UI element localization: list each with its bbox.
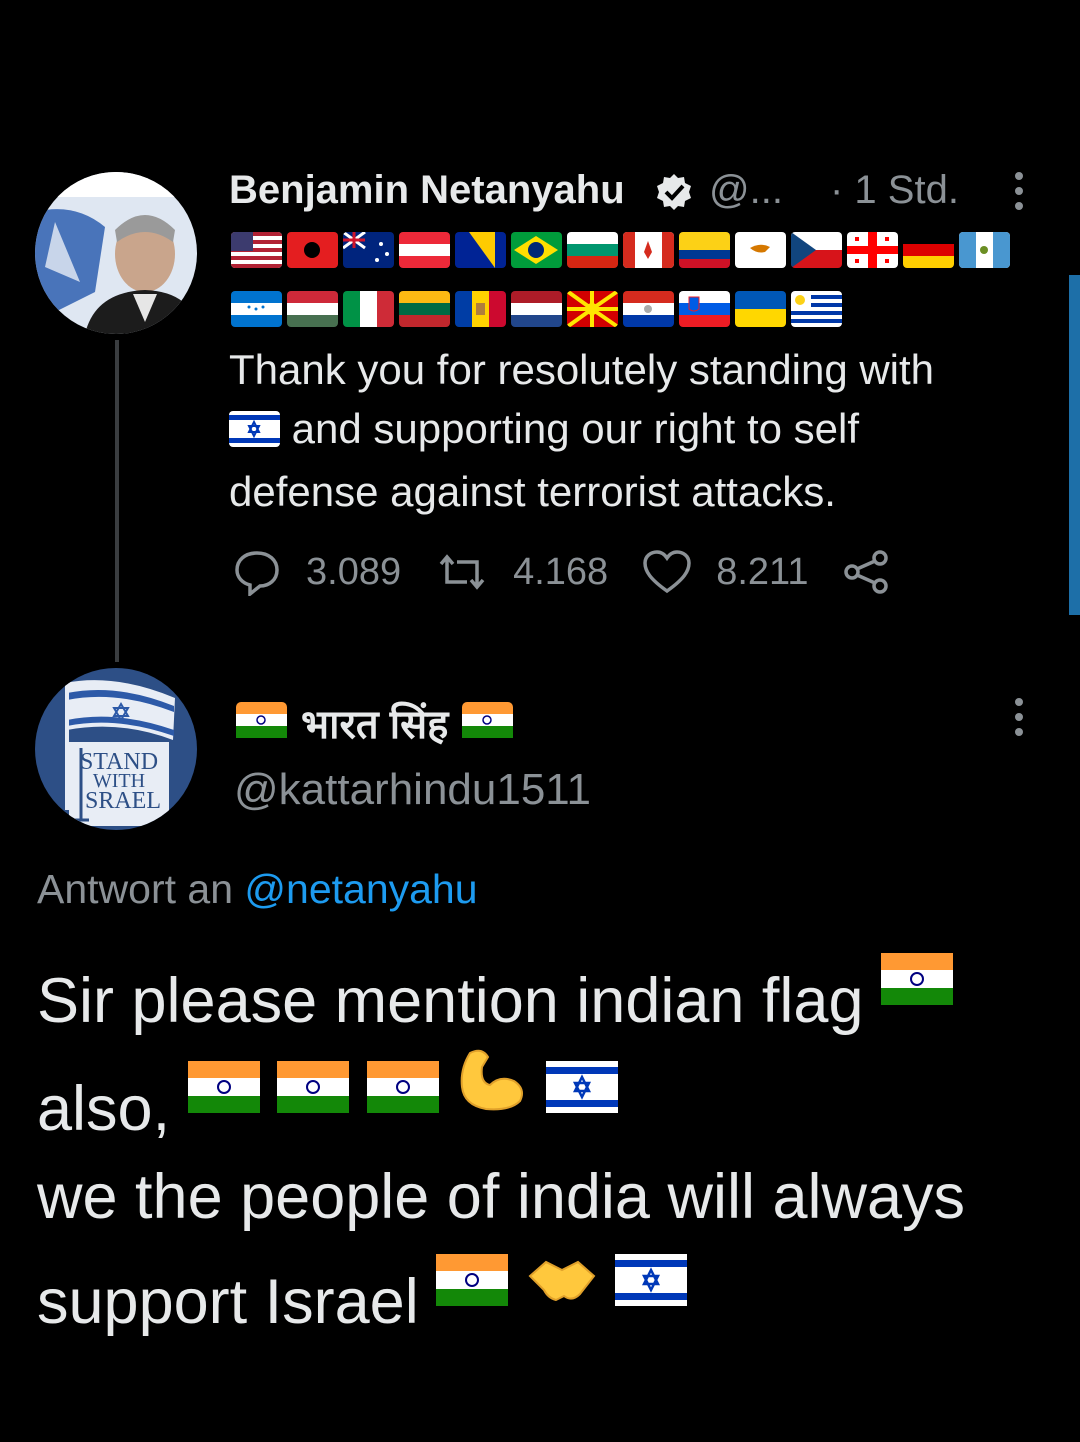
reply-to-mention[interactable]: @netanyahu bbox=[244, 866, 477, 912]
israel-flag-icon bbox=[545, 1048, 618, 1136]
share-button[interactable] bbox=[842, 548, 914, 596]
lithuania-flag-icon bbox=[399, 291, 450, 327]
honduras-flag-icon bbox=[231, 291, 282, 327]
india-flag-icon bbox=[436, 1241, 509, 1329]
flag-row-1 bbox=[231, 232, 1010, 268]
reply-more-options-icon[interactable] bbox=[1015, 698, 1025, 743]
ukraine-flag-icon bbox=[735, 291, 786, 327]
reply-author-name[interactable]: भारत सिंह bbox=[301, 695, 448, 750]
bosnia-flag-icon bbox=[455, 232, 506, 268]
reply-to-line: Antwort an @netanyahu bbox=[37, 866, 478, 913]
retweet-button[interactable]: 4.168 bbox=[435, 551, 608, 594]
brazil-flag-icon bbox=[511, 232, 562, 268]
reply-line1-text: Sir please mention indian flag bbox=[37, 966, 864, 1036]
reply-author-handle[interactable]: @kattarhindu1511 bbox=[234, 765, 591, 815]
retweet-icon bbox=[439, 554, 485, 590]
bulgaria-flag-icon bbox=[567, 232, 618, 268]
canada-flag-icon bbox=[623, 232, 674, 268]
scrollbar-thumb[interactable] bbox=[1069, 275, 1080, 615]
reply-author-avatar[interactable]: STAND WITH SRAEL bbox=[35, 668, 197, 830]
slovenia-flag-icon bbox=[679, 291, 730, 327]
reply-to-label: Antwort an bbox=[37, 866, 233, 912]
reply-line2-text: also, bbox=[37, 1074, 171, 1144]
tweet-text: Thank you for resolutely standing with a… bbox=[229, 340, 1029, 521]
israel-flag-icon bbox=[229, 403, 280, 462]
india-flag-icon bbox=[277, 1048, 350, 1136]
author-handle[interactable]: @... bbox=[709, 168, 783, 213]
tweet-actions: 3.089 4.168 8.211 bbox=[232, 548, 948, 596]
israel-flag-icon bbox=[615, 1241, 688, 1329]
reply-count: 3.089 bbox=[306, 550, 402, 593]
cyprus-flag-icon bbox=[735, 232, 786, 268]
reply-line4: support Israel bbox=[37, 1241, 1047, 1346]
netherlands-flag-icon bbox=[511, 291, 562, 327]
czech-flag-icon bbox=[791, 232, 842, 268]
tweet-text-line1: Thank you for resolutely standing with bbox=[229, 346, 935, 393]
moldova-flag-icon bbox=[455, 291, 506, 327]
tweet-text-line2-text: and supporting our right to self bbox=[291, 405, 860, 452]
india-flag-icon bbox=[366, 1048, 439, 1136]
paraguay-flag-icon bbox=[623, 291, 674, 327]
verified-badge-icon bbox=[654, 172, 694, 217]
reply-line2: also, bbox=[37, 1045, 1047, 1153]
albania-flag-icon bbox=[287, 232, 338, 268]
italy-flag-icon bbox=[343, 291, 394, 327]
india-flag-icon bbox=[187, 1048, 260, 1136]
reply-icon bbox=[235, 551, 279, 596]
us-flag-icon bbox=[231, 232, 282, 268]
hungary-flag-icon bbox=[287, 291, 338, 327]
colombia-flag-icon bbox=[679, 232, 730, 268]
reply-line4-text: support Israel bbox=[37, 1267, 419, 1337]
like-count: 8.211 bbox=[716, 550, 809, 593]
australia-flag-icon bbox=[343, 232, 394, 268]
reply-line3: we the people of india will always bbox=[37, 1162, 966, 1232]
handshake-icon bbox=[526, 1241, 598, 1329]
reply-text: Sir please mention indian flag also, we … bbox=[37, 940, 1047, 1346]
india-flag-icon bbox=[881, 940, 954, 1028]
flag-row-2 bbox=[231, 291, 842, 327]
author-avatar[interactable] bbox=[35, 172, 197, 334]
tweet-text-line2: and supporting our right to self bbox=[229, 399, 1029, 462]
more-options-icon[interactable] bbox=[1015, 172, 1025, 217]
reply-author-row[interactable]: भारत सिंह bbox=[236, 695, 514, 750]
georgia-flag-icon bbox=[847, 232, 898, 268]
thread-line bbox=[115, 340, 119, 662]
like-button[interactable]: 8.211 bbox=[642, 549, 808, 595]
india-flag-icon bbox=[462, 702, 514, 743]
uruguay-flag-icon bbox=[791, 291, 842, 327]
heart-icon bbox=[643, 550, 691, 594]
tweet-time[interactable]: · 1 Std. bbox=[830, 168, 959, 213]
share-icon bbox=[844, 550, 889, 594]
austria-flag-icon bbox=[399, 232, 450, 268]
flexed-biceps-icon bbox=[456, 1045, 528, 1136]
north-macedonia-flag-icon bbox=[567, 291, 618, 327]
avatar-text-line3: SRAEL bbox=[85, 788, 161, 814]
guatemala-flag-icon bbox=[959, 232, 1010, 268]
india-flag-icon bbox=[236, 702, 287, 743]
germany-flag-icon bbox=[903, 232, 954, 268]
reply-line1: Sir please mention indian flag bbox=[37, 940, 1047, 1045]
reply-button[interactable]: 3.089 bbox=[232, 548, 401, 596]
author-name[interactable]: Benjamin Netanyahu bbox=[229, 168, 625, 213]
tweet-text-line3: defense against terrorist attacks. bbox=[229, 468, 836, 515]
retweet-count: 4.168 bbox=[513, 550, 609, 593]
